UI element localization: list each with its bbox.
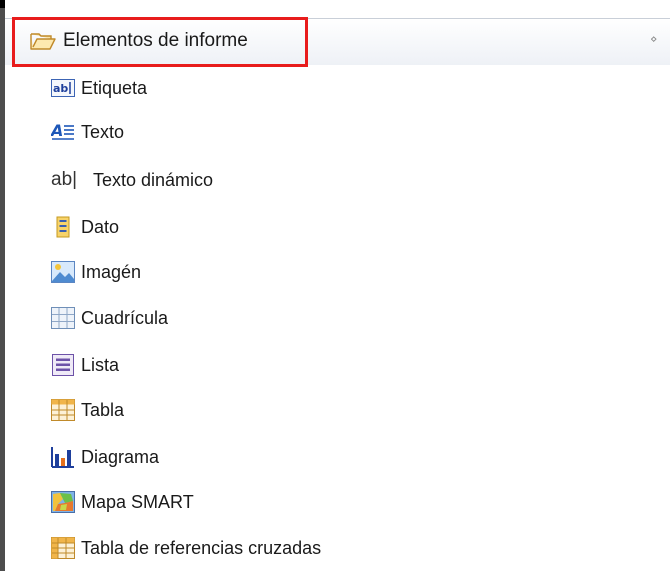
palette-item-lista[interactable]: Lista (51, 345, 611, 385)
chart-icon (51, 445, 75, 469)
item-label: Cuadrícula (81, 307, 169, 328)
palette-item-dato[interactable]: Dato (51, 207, 611, 247)
svg-text:ab: ab (53, 82, 68, 95)
dynamic-text-icon: ab| (51, 169, 78, 190)
item-label: Imagén (81, 261, 142, 282)
palette-item-imagen[interactable]: Imagén (51, 252, 611, 292)
item-label: Tabla de referencias cruzadas (81, 537, 322, 558)
item-label: Texto dinámico (93, 169, 214, 190)
data-icon (51, 215, 75, 239)
palette-item-mapa-smart[interactable]: Mapa SMART (51, 482, 611, 522)
item-label: Diagrama (81, 446, 160, 467)
item-label: Lista (81, 354, 120, 375)
grid-icon (51, 306, 75, 330)
label-icon: ab (51, 76, 75, 100)
palette-item-texto-dinamico[interactable]: ab| Texto dinámico (51, 160, 611, 200)
double-chevron-icon[interactable]: ‹› (650, 32, 670, 50)
palette-panel: Elementos de informe ‹› ab Etiqueta A Te… (5, 0, 670, 571)
item-label: Dato (81, 216, 120, 237)
table-icon (51, 398, 75, 422)
item-label: Etiqueta (81, 77, 148, 98)
palette-item-cuadricula[interactable]: Cuadrícula (51, 298, 611, 338)
palette-item-tabla-referencias-cruzadas[interactable]: Tabla de referencias cruzadas (51, 528, 611, 568)
highlight-box (12, 17, 308, 67)
item-label: Mapa SMART (81, 491, 194, 512)
item-label: Texto (81, 121, 125, 142)
item-label: Tabla (81, 399, 125, 420)
text-icon: A (51, 120, 75, 144)
map-icon (51, 490, 75, 514)
palette-item-etiqueta[interactable]: ab Etiqueta (51, 68, 611, 108)
crosstab-icon (51, 536, 75, 560)
svg-text:A: A (51, 121, 63, 140)
image-icon (51, 260, 75, 284)
palette-item-diagrama[interactable]: Diagrama (51, 437, 611, 477)
palette-item-texto[interactable]: A Texto (51, 112, 611, 152)
list-icon (51, 353, 75, 377)
palette-item-tabla[interactable]: Tabla (51, 390, 611, 430)
